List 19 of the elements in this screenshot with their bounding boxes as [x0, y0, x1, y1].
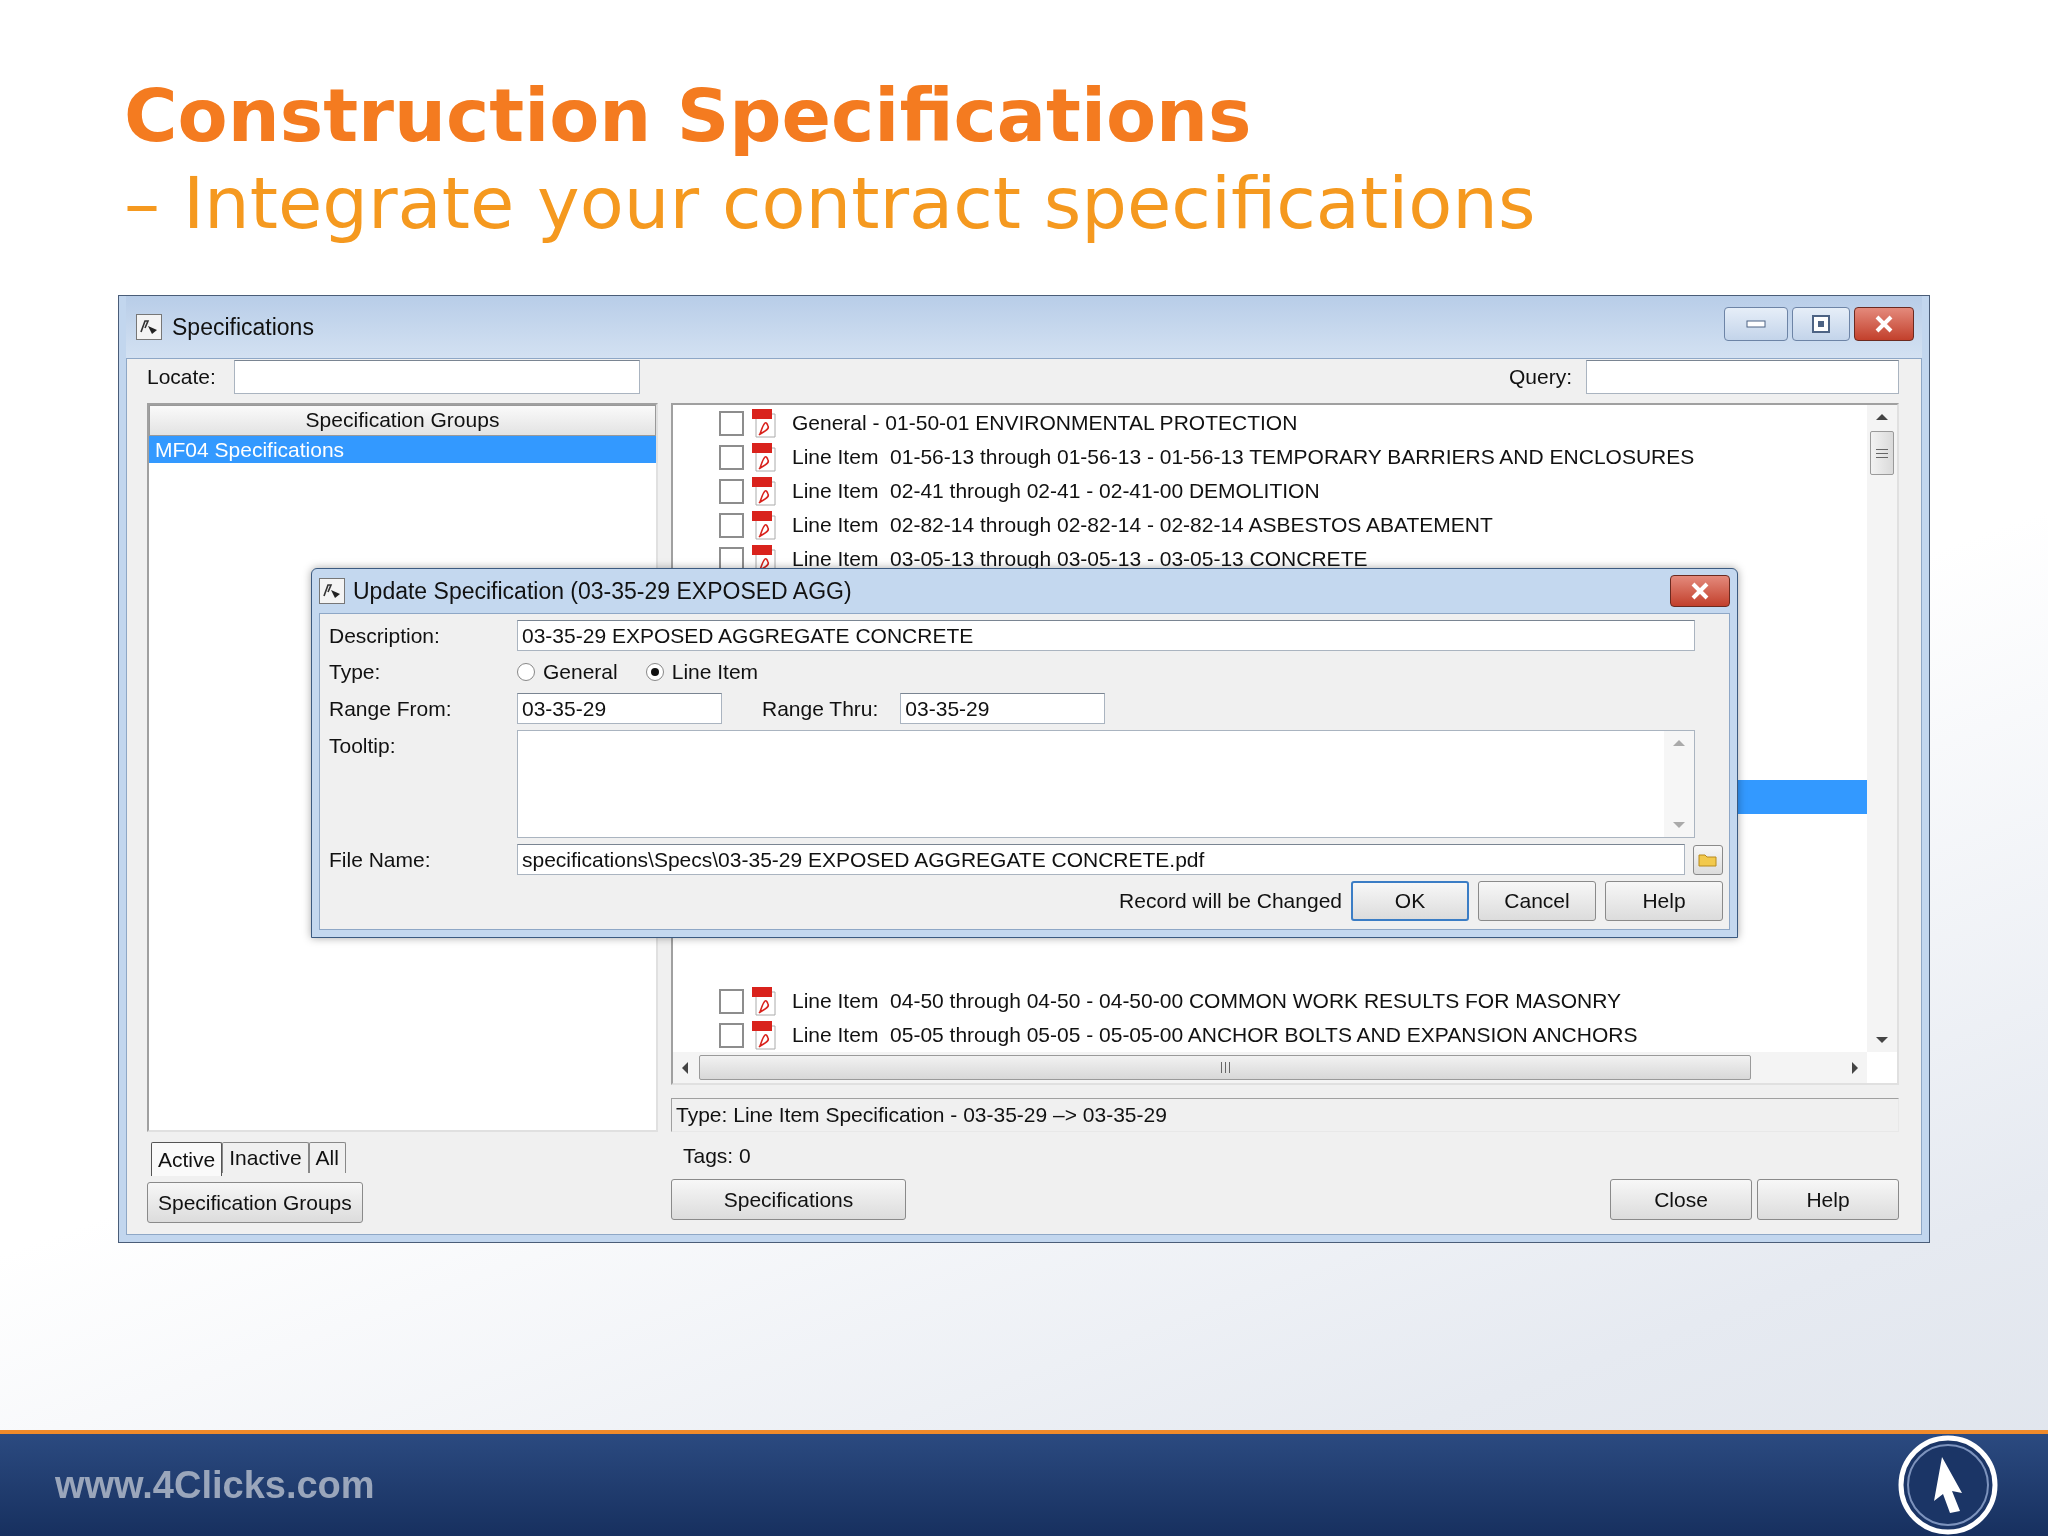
field-label: Tooltip: [329, 733, 397, 758]
slide-title: Construction Specifications [124, 74, 1252, 158]
field-label: Query: [1508, 365, 1572, 389]
dialog-title: Update Specification (03-35-29 EXPOSED AGG) [353, 577, 853, 605]
field-label: Range From: [329, 696, 453, 721]
field-label: Locate: [147, 365, 216, 389]
field-label: File Name: [329, 847, 432, 872]
slide-subtitle: – Integrate your contract specifications [124, 160, 1536, 247]
field-label: Description: [329, 623, 441, 648]
radio-label: General [543, 660, 618, 684]
field-label: Range Thru: [762, 696, 879, 721]
field-label: Type: [329, 660, 382, 684]
footer-url: www.4Clicks.com [55, 1463, 375, 1507]
status-message: Record will be Changed [1119, 889, 1342, 913]
column-header: Specification Groups [149, 405, 656, 436]
radio-label: Line Item [671, 660, 759, 684]
tags-count: Tags: 0 [682, 1142, 752, 1169]
window-title: Specifications [172, 313, 315, 341]
status-field: Type: Line Item Specification - 03-35-29 –> 03-35-29 [671, 1098, 1899, 1132]
